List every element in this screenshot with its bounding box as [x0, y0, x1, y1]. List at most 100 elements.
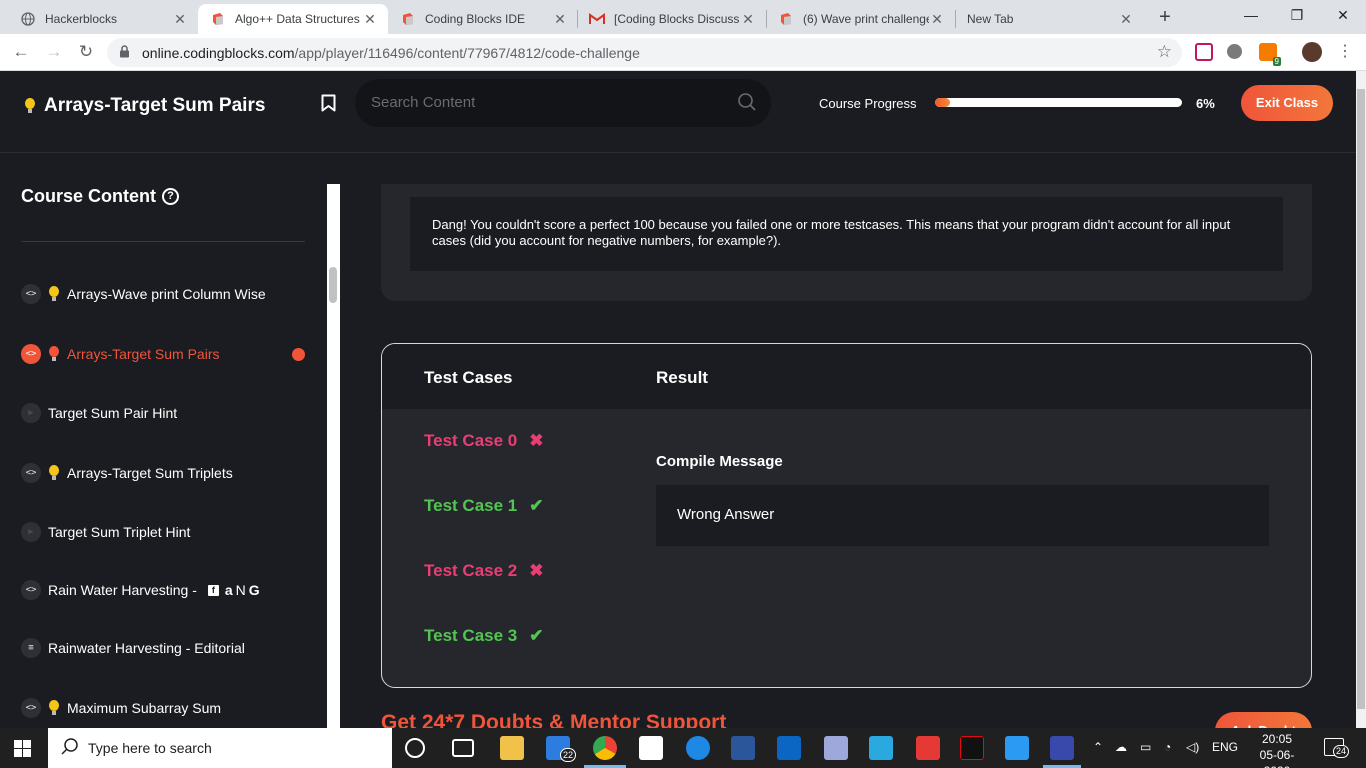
course-progress-percent: 6%	[1196, 96, 1215, 111]
extension-circle-icon[interactable]	[1227, 44, 1242, 59]
page-scrollbar-thumb[interactable]	[1357, 89, 1365, 709]
mentor-support-promo: Get 24*7 Doubts & Mentor Support	[381, 711, 727, 728]
search-bar[interactable]: Search Content	[355, 79, 771, 127]
close-icon[interactable]: ✕	[172, 11, 188, 28]
tab-title: [Coding Blocks Discuss	[614, 12, 740, 26]
sidebar-item-label: Rainwater Harvesting - Editorial	[48, 640, 245, 656]
sidebar-scrollbar-thumb[interactable]	[329, 267, 337, 303]
extension-badge-icon[interactable]: 9	[1259, 43, 1281, 66]
close-icon[interactable]: ✕	[1118, 11, 1134, 28]
popcorn-icon[interactable]	[916, 736, 940, 760]
netflix-icon: N	[235, 582, 246, 598]
course-sidebar: Course Content ? <> Arrays-Wave print Co…	[0, 154, 340, 728]
tab-coding-blocks-discuss[interactable]: [Coding Blocks Discuss ✕	[577, 4, 766, 34]
tab-new-tab[interactable]: New Tab ✕	[955, 4, 1144, 34]
task-view-icon[interactable]	[452, 739, 474, 757]
facebook-icon: f	[207, 584, 219, 596]
codingblocks-icon	[400, 11, 416, 27]
play-icon: ▶	[21, 522, 41, 542]
taskbar-search-box[interactable]: Type here to search	[48, 728, 392, 768]
edge-icon[interactable]	[686, 736, 710, 760]
action-center-icon[interactable]: 24	[1324, 738, 1350, 758]
close-icon[interactable]: ✕	[929, 11, 945, 28]
bookmark-icon[interactable]	[321, 94, 336, 112]
test-case-label: Test Case 3	[424, 626, 518, 645]
course-progress-fill	[935, 98, 950, 107]
chrome-menu-icon[interactable]: ⋮	[1333, 40, 1357, 64]
windows-start-icon[interactable]	[14, 740, 31, 757]
notification-count: 24	[1333, 745, 1350, 758]
code-icon: <>	[21, 698, 41, 718]
extension-pocket-icon[interactable]	[1195, 43, 1213, 61]
wifi-icon[interactable]: ◔	[1164, 740, 1171, 754]
word-icon[interactable]	[731, 736, 755, 760]
file-explorer-icon[interactable]	[500, 736, 524, 760]
close-icon[interactable]: ✕	[740, 11, 756, 28]
sidebar-item-target-sum-triplets[interactable]: <> Arrays-Target Sum Triplets	[21, 463, 233, 483]
sidebar-item-target-sum-pair-hint[interactable]: ▶ Target Sum Pair Hint	[21, 403, 177, 423]
sidebar-item-label: Target Sum Triplet Hint	[48, 524, 191, 540]
netflix-app-icon[interactable]	[960, 736, 984, 760]
company-tags: f a N G	[207, 582, 260, 598]
exit-class-button[interactable]: Exit Class	[1241, 85, 1333, 121]
tab-wave-print-challenge[interactable]: (6) Wave print challenge ✕	[766, 4, 955, 34]
sidebar-item-cut-off	[22, 232, 305, 242]
sidebar-item-rainwater-harvesting-editorial[interactable]: ≡ Rainwater Harvesting - Editorial	[21, 638, 245, 658]
search-icon[interactable]	[737, 92, 757, 112]
test-case-2[interactable]: Test Case 2 ✖	[424, 561, 543, 581]
tab-algo-data-structures[interactable]: Algo++ Data Structures ✕	[198, 4, 388, 34]
sidebar-item-target-sum-pairs[interactable]: <> Arrays-Target Sum Pairs	[21, 344, 219, 364]
new-tab-button[interactable]: +	[1153, 6, 1177, 30]
volume-icon[interactable]: ◁)	[1186, 740, 1199, 754]
battery-icon[interactable]: ▭	[1140, 740, 1151, 754]
ask-doubt-button[interactable]: Ask Doubt	[1215, 712, 1312, 728]
chrome-icon[interactable]	[593, 736, 617, 760]
page-title-text: Arrays-Target Sum Pairs	[44, 95, 266, 116]
sidebar-scrollbar[interactable]	[327, 184, 340, 728]
minimize-button[interactable]: —	[1228, 0, 1274, 32]
tab-hackerblocks[interactable]: Hackerblocks ✕	[8, 4, 198, 34]
sidebar-item-target-sum-triplet-hint[interactable]: ▶ Target Sum Triplet Hint	[21, 522, 190, 542]
store-icon[interactable]	[639, 736, 663, 760]
close-icon[interactable]: ✕	[552, 11, 568, 28]
show-hidden-icons-icon[interactable]: ⌃	[1093, 740, 1103, 754]
help-icon[interactable]: ?	[162, 188, 179, 205]
taskbar-clock[interactable]: 20:05 05-06-2020	[1247, 731, 1307, 768]
profile-avatar[interactable]	[1302, 42, 1322, 62]
wps-icon[interactable]	[1005, 736, 1029, 760]
check-icon: ✔	[529, 626, 544, 645]
test-case-0[interactable]: Test Case 0 ✖	[424, 431, 543, 451]
code-icon: <>	[21, 284, 41, 304]
bulb-icon	[48, 465, 60, 481]
laptop-app-icon[interactable]	[824, 736, 848, 760]
test-case-3[interactable]: Test Case 3 ✔	[424, 626, 543, 646]
test-cases-card: Test Cases Result Test Case 0 ✖ Test Cas…	[381, 343, 1312, 688]
forward-button[interactable]: →	[42, 40, 66, 64]
sidebar-item-label: Arrays-Target Sum Triplets	[67, 465, 233, 481]
back-button[interactable]: ←	[9, 40, 33, 64]
test-case-1[interactable]: Test Case 1 ✔	[424, 496, 543, 516]
tab-title: New Tab	[967, 12, 1014, 26]
cortana-icon[interactable]	[405, 738, 425, 758]
bookmark-star-icon[interactable]: ☆	[1157, 42, 1172, 62]
sidebar-item-wave-print-column-wise[interactable]: <> Arrays-Wave print Column Wise	[21, 284, 266, 304]
check-icon: ✔	[529, 496, 544, 515]
l-app-icon[interactable]	[869, 736, 893, 760]
test-cases-header: Test Cases Result	[382, 344, 1311, 409]
course-content-label: Course Content	[21, 186, 156, 206]
sidebar-item-rain-water-harvesting[interactable]: <> Rain Water Harvesting - f a N G	[21, 580, 260, 600]
onedrive-icon[interactable]: ☁	[1115, 740, 1127, 754]
window-close-button[interactable]: ✕	[1320, 0, 1366, 32]
dev-app-icon[interactable]	[1050, 736, 1074, 760]
mail-icon[interactable]: 22	[546, 736, 577, 762]
omnibox[interactable]: online.codingblocks.com/app/player/11649…	[107, 38, 1182, 67]
url-text: online.codingblocks.com/app/player/11649…	[142, 45, 640, 61]
sidebar-item-maximum-subarray-sum[interactable]: <> Maximum Subarray Sum	[21, 698, 221, 718]
linkedin-icon[interactable]	[777, 736, 801, 760]
close-icon[interactable]: ✕	[362, 11, 378, 28]
page-scrollbar[interactable]	[1356, 71, 1366, 728]
maximize-button[interactable]: ❐	[1274, 0, 1320, 32]
language-indicator[interactable]: ENG	[1212, 740, 1238, 754]
tab-coding-blocks-ide[interactable]: Coding Blocks IDE ✕	[388, 4, 578, 34]
reload-button[interactable]: ↻	[74, 40, 98, 64]
